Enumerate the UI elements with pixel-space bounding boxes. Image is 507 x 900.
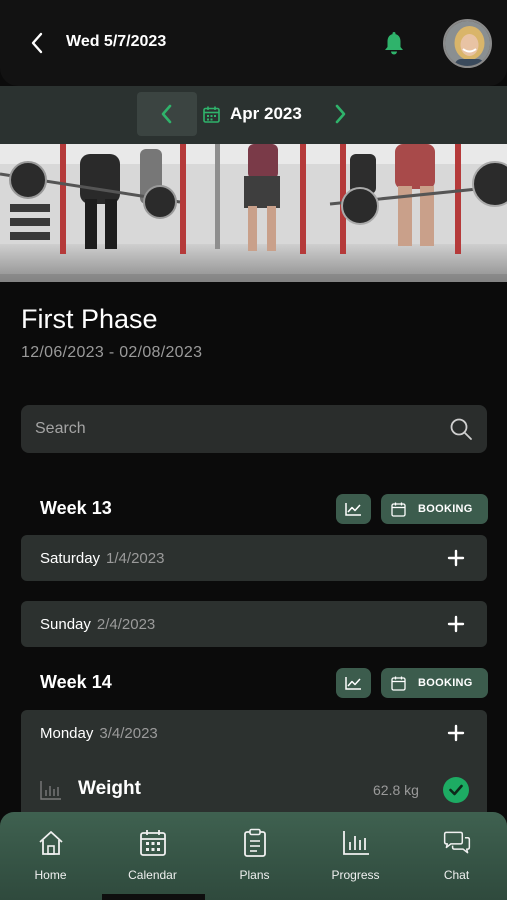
current-date: Wed 5/7/2023 <box>66 33 167 50</box>
booking-label: BOOKING <box>418 677 473 689</box>
calendar-icon <box>391 502 406 517</box>
chat-icon <box>443 831 470 854</box>
entry-value: 62.8 kg <box>373 782 419 798</box>
weight-chart-icon <box>40 781 61 800</box>
nav-chat[interactable]: Chat <box>406 812 507 900</box>
nav-plans[interactable]: Plans <box>204 812 305 900</box>
top-bar: Wed 5/7/2023 <box>0 0 507 86</box>
notifications-button[interactable] <box>380 30 408 58</box>
nav-progress[interactable]: Progress <box>305 812 406 900</box>
nav-label: Plans <box>239 868 270 882</box>
week-progress-button[interactable] <box>336 668 371 698</box>
day-name: Monday <box>40 725 94 742</box>
day-row[interactable]: Sunday 2/4/2023 <box>21 601 487 647</box>
week-progress-button[interactable] <box>336 494 371 524</box>
week-title: Week 13 <box>40 498 112 518</box>
add-icon[interactable] <box>447 615 465 633</box>
search-icon[interactable] <box>449 417 473 441</box>
clipboard-icon <box>243 828 266 857</box>
chevron-left-icon <box>161 104 172 124</box>
day-header[interactable]: Monday 3/4/2023 <box>40 725 158 742</box>
calendar-icon <box>391 676 406 691</box>
phase-title: First Phase <box>21 304 158 334</box>
day-date: 2/4/2023 <box>96 616 156 633</box>
day-name: Sunday <box>40 616 91 633</box>
next-month-button[interactable] <box>326 100 354 128</box>
avatar[interactable] <box>443 19 492 68</box>
bar-chart-icon <box>342 831 369 855</box>
search-input[interactable] <box>35 405 435 453</box>
booking-button[interactable]: BOOKING <box>381 668 488 698</box>
line-chart-icon <box>345 677 361 690</box>
month-selector[interactable]: Apr 2023 <box>203 100 302 128</box>
phase-date-range: 12/06/2023 - 02/08/2023 <box>21 344 203 361</box>
profile-photo <box>445 21 490 66</box>
previous-month-button[interactable] <box>137 92 197 136</box>
day-date: 3/4/2023 <box>99 725 158 742</box>
phase-cover-image <box>0 144 507 282</box>
nav-label: Calendar <box>128 868 177 882</box>
month-label: Apr 2023 <box>230 104 302 123</box>
active-tab-indicator <box>102 894 205 900</box>
booking-button[interactable]: BOOKING <box>381 494 488 524</box>
nav-label: Chat <box>443 868 470 882</box>
chevron-right-icon <box>335 104 346 124</box>
week-title: Week 14 <box>40 672 112 692</box>
chevron-left-icon <box>31 32 43 54</box>
add-icon[interactable] <box>447 724 465 742</box>
bell-icon <box>385 32 403 55</box>
completed-check[interactable] <box>443 777 469 803</box>
nav-calendar[interactable]: Calendar <box>102 812 203 900</box>
bottom-navigation: Home Calendar Plans Progress Chat <box>0 812 507 900</box>
nav-label: Home <box>34 868 67 882</box>
nav-home[interactable]: Home <box>0 812 101 900</box>
checkmark-icon <box>449 784 463 796</box>
back-button[interactable] <box>24 28 50 58</box>
day-row[interactable]: Saturday 1/4/2023 <box>21 535 487 581</box>
booking-label: BOOKING <box>418 503 473 515</box>
calendar-icon <box>203 106 220 123</box>
day-date: 1/4/2023 <box>106 550 165 567</box>
home-icon <box>38 831 63 855</box>
nav-label: Progress <box>331 868 380 882</box>
day-name: Saturday <box>40 550 101 567</box>
calendar-icon <box>139 830 166 856</box>
add-icon[interactable] <box>447 549 465 567</box>
entry-name: Weight <box>78 778 141 799</box>
line-chart-icon <box>345 503 361 516</box>
search-bar <box>21 405 487 453</box>
